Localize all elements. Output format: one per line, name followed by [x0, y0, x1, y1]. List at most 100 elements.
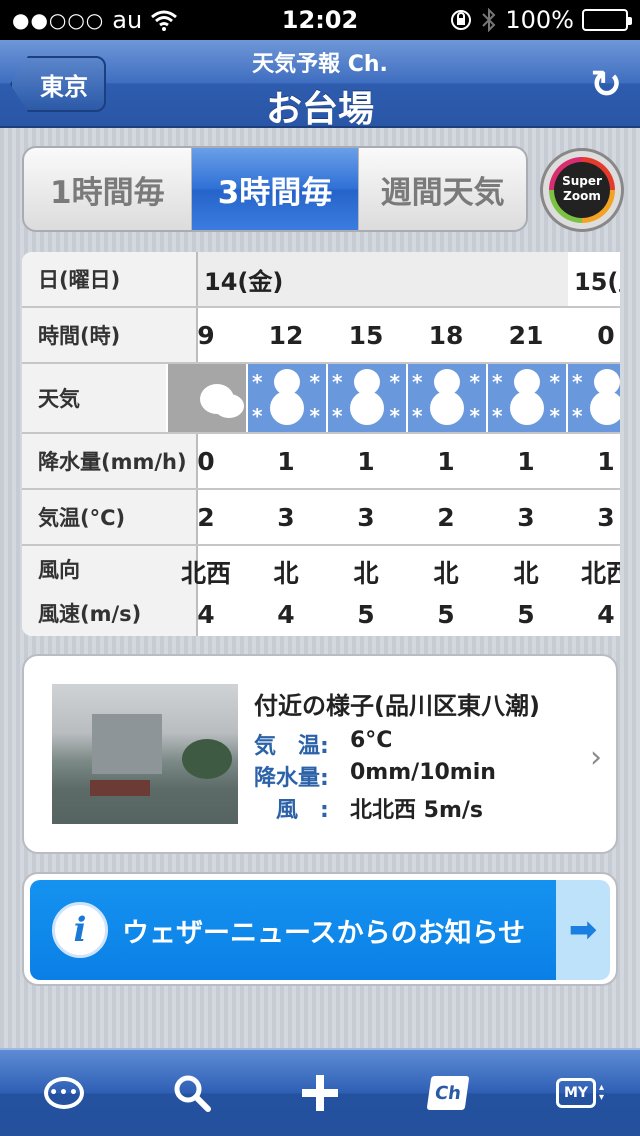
wind-cell: 北 5 [486, 546, 566, 636]
carrier-name: au [112, 6, 143, 34]
battery-percent: 100% [505, 6, 574, 34]
forecast-interval-tabs: 1時間毎 3時間毎 週間天気 [22, 146, 528, 232]
tab-channels[interactable]: Ch [413, 1058, 483, 1128]
bottom-tab-bar: ••• Ch MY [0, 1048, 640, 1136]
nearby-temp-row: 気 温: 6°C [254, 728, 392, 760]
table-row-weather: 天気 * * * * * * * * * * * * * * * * * * [22, 364, 620, 434]
back-button[interactable]: 東京 [10, 56, 106, 112]
wind-cell: 北 4 [246, 546, 326, 636]
news-banner[interactable]: i ウェザーニュースからのお知らせ ➡ [22, 872, 618, 986]
wind-cell: 北西 4 [166, 546, 246, 636]
hour-cell: 12 [268, 320, 304, 350]
temp-cell: 3 [277, 502, 295, 532]
nearby-wind-row: 風 : 北北西 5m/s [254, 792, 483, 824]
hour-cell: 21 [508, 320, 544, 350]
wind-speed: 4 [277, 599, 295, 629]
nearby-temp-label: 気 温: [254, 734, 329, 759]
search-icon [174, 1075, 211, 1112]
channel-subtitle: 天気予報 Ch. [252, 52, 388, 77]
tab-search[interactable] [157, 1058, 227, 1128]
hour-cell: 18 [428, 320, 464, 350]
wind-cell: 北西 4 [566, 546, 620, 636]
temp-cell: 2 [437, 502, 455, 532]
snow-icon: ** ** [406, 364, 486, 432]
temp-cell: 3 [357, 502, 375, 532]
wind-speed: 4 [597, 599, 615, 629]
nearby-title: 付近の様子(品川区東八潮) [254, 692, 540, 720]
rotation-lock-icon [451, 10, 472, 30]
nearby-temp-value: 6°C [350, 728, 393, 753]
nearby-precip-label: 降水量: [254, 766, 329, 791]
my-tv-icon: MY [556, 1078, 609, 1108]
cloudy-icon [166, 364, 246, 432]
nearby-wind-value: 北北西 5m/s [350, 798, 484, 823]
table-row-hour: 時間(時) 9 12 15 18 21 0 [22, 308, 620, 364]
wind-speed: 5 [357, 599, 375, 629]
news-banner-main[interactable]: i ウェザーニュースからのお知らせ [30, 880, 560, 980]
arrow-right-icon[interactable]: ➡ [556, 880, 610, 980]
wind-cell: 北 5 [326, 546, 406, 636]
snow-icon: ** ** [246, 364, 326, 432]
super-zoom-icon: Super Zoom [549, 157, 615, 223]
precip-cell: 1 [277, 446, 295, 476]
wind-speed: 4 [197, 599, 215, 629]
signal-strength-icon: ●●○○○ [12, 8, 105, 32]
wind-direction: 北 [273, 558, 299, 588]
wind-cell: 北 5 [406, 546, 486, 636]
wind-direction: 北西 [580, 558, 620, 588]
snow-icon: ** ** [566, 364, 620, 432]
navigation-bar: 東京 天気予報 Ch. お台場 ↻ [0, 40, 640, 130]
row-label-day: 日(曜日) [22, 252, 198, 306]
wind-direction: 北 [433, 558, 459, 588]
temp-cell: 2 [197, 502, 215, 532]
temp-cell: 3 [517, 502, 535, 532]
table-row-precip: 降水量(mm/h) 0 1 1 1 1 1 [22, 434, 620, 490]
temp-cell: 3 [597, 502, 615, 532]
precip-cell: 0 [197, 446, 215, 476]
nav-title-block: 天気予報 Ch. お台場 [130, 46, 510, 132]
tab-chat[interactable]: ••• [29, 1058, 99, 1128]
plus-icon [302, 1075, 338, 1111]
chevron-right-icon: › [590, 740, 602, 775]
date-cell: 14(金) [198, 252, 568, 306]
live-camera-image [52, 684, 238, 824]
wind-speed: 5 [517, 599, 535, 629]
wind-direction: 北 [353, 558, 379, 588]
forecast-table[interactable]: 日(曜日) 14(金) 15(土 時間(時) 9 12 15 18 21 0 天… [22, 252, 620, 636]
status-bar: ●●○○○ au 12:02 100% [0, 0, 640, 40]
super-zoom-button[interactable]: Super Zoom [540, 148, 624, 232]
battery-icon [582, 9, 632, 31]
tab-hourly[interactable]: 1時間毎 [24, 148, 192, 230]
tab-3-hourly[interactable]: 3時間毎 [191, 148, 360, 230]
info-icon: i [52, 902, 108, 958]
chat-bubble-icon: ••• [44, 1077, 84, 1109]
snow-icon: ** ** [486, 364, 566, 432]
wind-direction: 北西 [180, 558, 231, 588]
snow-icon: ** ** [326, 364, 406, 432]
hour-cell: 15 [348, 320, 384, 350]
precip-cell: 1 [517, 446, 535, 476]
super-zoom-line2: Zoom [563, 189, 601, 203]
tab-weekly[interactable]: 週間天気 [359, 148, 526, 230]
wind-direction: 北 [513, 558, 539, 588]
precip-cell: 1 [597, 446, 615, 476]
wind-speed: 5 [437, 599, 455, 629]
tab-add[interactable] [285, 1058, 355, 1128]
precip-cell: 1 [437, 446, 455, 476]
hour-cell: 0 [597, 320, 615, 350]
refresh-icon[interactable]: ↻ [586, 64, 626, 104]
table-row-wind: 風向 風速(m/s) 北西 4 北 4 北 5 北 5 北 5 北西 4 [22, 546, 620, 636]
wifi-icon [151, 10, 178, 31]
nearby-precip-row: 降水量: 0mm/10min [254, 760, 496, 792]
table-row-day: 日(曜日) 14(金) 15(土 [22, 252, 620, 308]
nearby-conditions-card[interactable]: 付近の様子(品川区東八潮) 気 温: 6°C 降水量: 0mm/10min 風 … [22, 654, 618, 854]
nearby-wind-label: 風 : [276, 798, 329, 823]
date-cell: 15(土 [568, 252, 620, 306]
bluetooth-icon [482, 7, 496, 33]
tab-my[interactable]: MY [541, 1058, 611, 1128]
table-row-temp: 気温(°C) 2 3 3 2 3 3 [22, 490, 620, 546]
nearby-precip-value: 0mm/10min [350, 760, 496, 785]
news-banner-label: ウェザーニュースからのお知らせ [122, 917, 526, 949]
super-zoom-line1: Super [562, 174, 602, 188]
hour-cell: 9 [197, 320, 215, 350]
